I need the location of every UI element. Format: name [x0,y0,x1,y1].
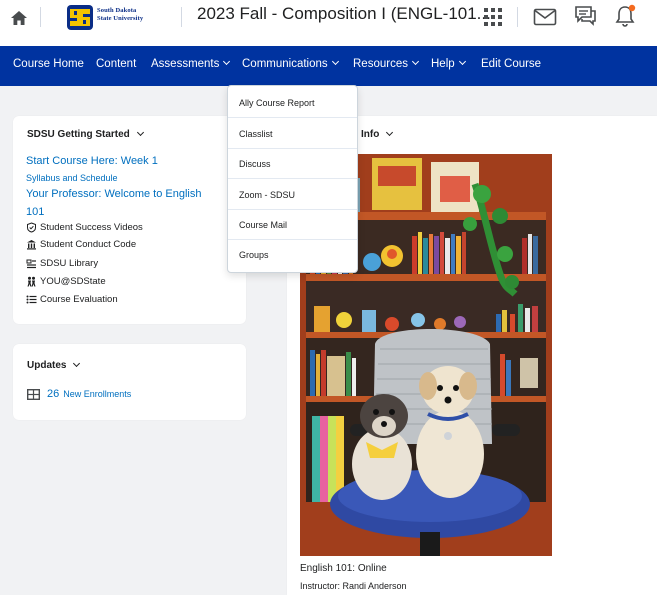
nav-content[interactable]: Content [96,58,136,70]
getting-started-widget: SDSU Getting Started Start Course Here: … [13,116,246,324]
professor-welcome-link[interactable]: 101 [26,206,44,218]
home-icon[interactable] [10,10,28,26]
professor-welcome-link[interactable]: Your Professor: Welcome to English [26,188,201,200]
nav-resources[interactable]: Resources [353,57,420,70]
enrollments-table-icon [27,388,40,400]
menu-item-zoom-sdsu[interactable]: Zoom - SDSU [228,180,357,210]
chevron-down-icon [223,57,231,66]
chevron-down-icon[interactable] [136,128,144,137]
nav-help[interactable]: Help [431,57,466,70]
chevron-down-icon [458,57,466,66]
top-header: South Dakota State University 2023 Fall … [0,0,657,46]
enrollment-count: 26 [47,388,60,400]
chat-icon[interactable] [573,5,597,27]
mail-icon[interactable] [533,8,557,26]
chevron-down-icon[interactable] [73,359,81,368]
new-enrollments-link[interactable]: 26 New Enrollments [27,388,131,400]
sdsu-library-link[interactable]: SDSU Library [26,258,98,269]
course-title[interactable]: 2023 Fall - Composition I (ENGL-101... [197,4,491,24]
communications-dropdown-menu: Ally Course Report Classlist Discuss Zoo… [227,85,358,273]
updates-widget: Updates 26 New Enrollments [13,344,246,420]
course-caption: English 101: Online [300,563,387,574]
university-name: South Dakota State University [97,7,144,22]
menu-item-course-mail[interactable]: Course Mail [228,210,357,240]
student-conduct-code-link[interactable]: Student Conduct Code [26,239,136,250]
syllabus-link[interactable]: Syllabus and Schedule [26,173,118,183]
header-divider [517,7,518,27]
menu-item-ally-course-report[interactable]: Ally Course Report [228,88,357,118]
course-selector-grid-icon[interactable] [482,6,504,28]
nav-course-home[interactable]: Course Home [13,58,84,70]
widget-title: Updates [27,359,81,371]
people-icon [27,276,36,287]
header-divider [181,7,182,27]
widget-title: SDSU Getting Started [27,128,144,140]
start-course-link[interactable]: Start Course Here: Week 1 [26,155,158,167]
menu-item-discuss[interactable]: Discuss [228,149,357,179]
chevron-down-icon[interactable] [386,128,394,137]
instructor-name: Instructor: Randi Anderson [300,581,407,591]
library-list-icon [26,259,36,269]
you-at-sdstate-link[interactable]: YOU@SDState [26,276,106,287]
bulleted-list-icon [26,295,37,304]
nav-communications[interactable]: Communications [242,57,339,70]
notification-bell-icon[interactable] [614,4,638,28]
chevron-down-icon [411,57,420,66]
enrollment-label: New Enrollments [63,389,132,399]
menu-item-classlist[interactable]: Classlist [228,119,357,149]
menu-item-groups[interactable]: Groups [228,240,357,270]
chevron-down-icon [331,57,339,66]
institution-icon [27,240,36,250]
header-divider [40,7,41,27]
nav-edit-course[interactable]: Edit Course [481,58,541,70]
nav-assessments[interactable]: Assessments [151,57,231,70]
student-success-videos-link[interactable]: Student Success Videos [26,222,143,233]
course-navbar: Course Home Content Assessments Communic… [0,46,657,86]
course-evaluation-link[interactable]: Course Evaluation [26,294,118,305]
shield-check-icon [27,222,36,233]
widget-title: Info [361,128,394,140]
